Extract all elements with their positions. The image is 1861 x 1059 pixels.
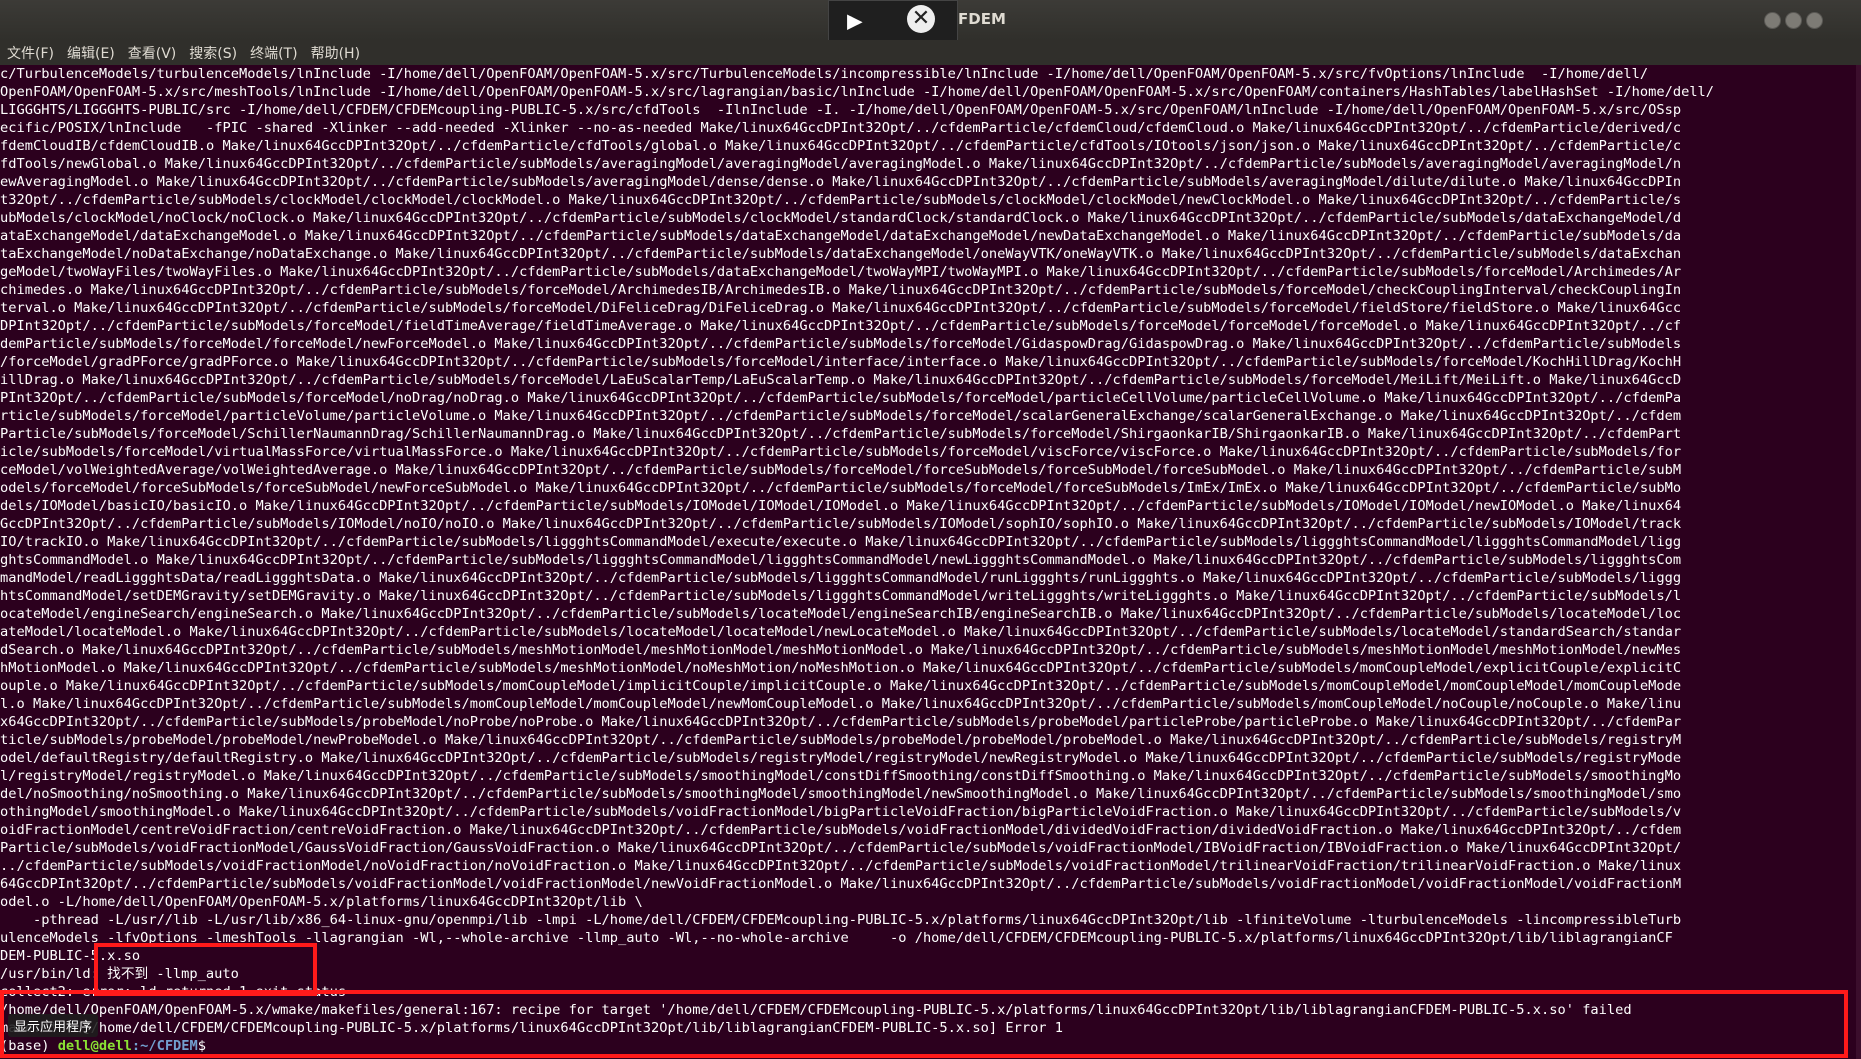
terminal-line: x64GccDPInt32Opt/../cfdemParticle/subMod… — [0, 714, 1682, 730]
terminal-line: illDrag.o Make/linux64GccDPInt32Opt/../c… — [0, 372, 1682, 388]
window-controls — [1764, 12, 1823, 29]
minimize-icon[interactable] — [1764, 12, 1781, 29]
menu-search[interactable]: 搜索(S) — [189, 43, 237, 63]
terminal-line: l/registryModel/registryModel.o Make/lin… — [0, 768, 1682, 784]
terminal-line: ceModel/volWeightedAverage/volWeightedAv… — [0, 462, 1682, 478]
terminal-line: OpenFOAM/OpenFOAM-5.x/src/meshTools/lnIn… — [0, 84, 1715, 100]
terminal-line: /home/dell/OpenFOAM/OpenFOAM-5.x/wmake/m… — [0, 1002, 1632, 1018]
terminal-line: DEM-PUBLIC-5.x.so — [0, 948, 141, 964]
terminal-line: demParticle/subModels/forceModel/forceMo… — [0, 336, 1682, 352]
terminal-line: dels/IOModel/basicIO/basicIO.o Make/linu… — [0, 498, 1682, 514]
terminal-line: ewAveragingModel.o Make/linux64GccDPInt3… — [0, 174, 1682, 190]
terminal-line: geModel/twoWayFiles/twoWayFiles.o Make/l… — [0, 264, 1682, 280]
terminal-line: rticle/subModels/forceModel/particleVolu… — [0, 408, 1682, 424]
terminal-line: mandModel/readLiggghtsData/readLiggghtsD… — [0, 570, 1682, 586]
terminal-line: make: *** [/home/dell/CFDEM/CFDEMcouplin… — [0, 1020, 1064, 1036]
terminal-line: icle/subModels/forceModel/virtualMassFor… — [0, 444, 1682, 460]
close-icon[interactable]: ✕ — [907, 5, 935, 33]
terminal-line: terval.o Make/linux64GccDPInt32Opt/../cf… — [0, 300, 1682, 316]
terminal-line: hMotionModel.o Make/linux64GccDPInt32Opt… — [0, 660, 1682, 676]
terminal-line: oidFractionModel/centreVoidFraction/cent… — [0, 822, 1682, 838]
terminal-line: odels/forceModel/forceSubModels/forceSub… — [0, 480, 1682, 496]
terminal-line: odel.o -L/home/dell/OpenFOAM/OpenFOAM-5.… — [0, 894, 643, 910]
terminal-line: ocateModel/engineSearch/engineSearch.o M… — [0, 606, 1682, 622]
title-bar: ▶ ✕ FDEM — [0, 0, 1861, 42]
prompt-symbol: $ — [197, 1038, 207, 1054]
terminal-line: odel/defaultRegistry/defaultRegistry.o M… — [0, 750, 1682, 766]
terminal-line: t32Opt/../cfdemParticle/subModels/clockM… — [0, 192, 1682, 208]
terminal-line: IO/trackIO.o Make/linux64GccDPInt32Opt/.… — [0, 534, 1682, 550]
terminal-line: l.o Make/linux64GccDPInt32Opt/../cfdemPa… — [0, 696, 1682, 712]
maximize-icon[interactable] — [1785, 12, 1802, 29]
terminal-line: fdTools/newGlobal.o Make/linux64GccDPInt… — [0, 156, 1682, 172]
terminal-line: htsCommandModel/setDEMGravity/setDEMGrav… — [0, 588, 1682, 604]
terminal-line: ticle/subModels/probeModel/probeModel/ne… — [0, 732, 1682, 748]
terminal-line: ../cfdemParticle/subModels/voidFractionM… — [0, 858, 1682, 874]
terminal-line: del/noSmoothing/noSmoothing.o Make/linux… — [0, 786, 1682, 802]
terminal-line: ulenceModels -lfvOptions -lmeshTools -ll… — [0, 930, 1673, 946]
terminal-line: c/TurbulenceModels/turbulenceModels/lnIn… — [0, 66, 1649, 82]
terminal-line: othingModel/smoothingModel.o Make/linux6… — [0, 804, 1682, 820]
terminal-line: PInt32Opt/../cfdemParticle/subModels/for… — [0, 390, 1682, 406]
terminal-line: ghtsCommandModel.o Make/linux64GccDPInt3… — [0, 552, 1682, 568]
menu-edit[interactable]: 编辑(E) — [67, 43, 115, 63]
recording-overlay: ▶ ✕ — [828, 0, 958, 42]
terminal-line: Particle/subModels/forceModel/SchillerNa… — [0, 426, 1682, 442]
terminal-line: dSearch.o Make/linux64GccDPInt32Opt/../c… — [0, 642, 1682, 658]
terminal-lines: c/TurbulenceModels/turbulenceModels/lnIn… — [0, 65, 1856, 1037]
terminal-line: ecific/POSIX/lnInclude -fPIC -shared -Xl… — [0, 120, 1682, 136]
terminal-line: /forceModel/gradPForce/gradPForce.o Make… — [0, 354, 1682, 370]
terminal-line: taExchangeModel/noDataExchange/noDataExc… — [0, 246, 1682, 262]
prompt-env: (base) — [0, 1038, 58, 1054]
terminal-line: -pthread -L/usr//lib -L/usr/lib/x86_64-l… — [0, 912, 1682, 928]
show-applications-tooltip: 显示应用程序 — [8, 1014, 99, 1037]
terminal-line: ubModels/clockModel/noClock/noClock.o Ma… — [0, 210, 1682, 226]
menu-view[interactable]: 查看(V) — [128, 43, 177, 63]
menu-file[interactable]: 文件(F) — [7, 43, 54, 63]
terminal-scrollbar[interactable] — [1856, 65, 1861, 1059]
terminal-line: LIGGGHTS/LIGGGHTS-PUBLIC/src -I/home/del… — [0, 102, 1682, 118]
shell-prompt[interactable]: (base) dell@dell:~/CFDEM$ — [0, 1037, 1856, 1055]
terminal-output[interactable]: c/TurbulenceModels/turbulenceModels/lnIn… — [0, 65, 1856, 1059]
terminal-line: collect2: error: ld returned 1 exit stat… — [0, 984, 347, 1000]
terminal-line: ateModel/locateModel.o Make/linux64GccDP… — [0, 624, 1682, 640]
terminal-line: GccDPInt32Opt/../cfdemParticle/subModels… — [0, 516, 1682, 532]
terminal-line: Particle/subModels/voidFractionModel/Gau… — [0, 840, 1682, 856]
menu-terminal[interactable]: 终端(T) — [250, 43, 297, 63]
prompt-path: :~/CFDEM — [131, 1038, 198, 1054]
terminal-line: ouple.o Make/linux64GccDPInt32Opt/../cfd… — [0, 678, 1682, 694]
terminal-line: DPInt32Opt/../cfdemParticle/subModels/fo… — [0, 318, 1682, 334]
terminal-line: fdemCloudIB/cfdemCloudIB.o Make/linux64G… — [0, 138, 1682, 154]
terminal-line: ataExchangeModel/dataExchangeModel.o Mak… — [0, 228, 1682, 244]
prompt-user: dell@dell — [57, 1038, 132, 1054]
play-icon[interactable]: ▶ — [847, 7, 863, 35]
close-window-icon[interactable] — [1806, 12, 1823, 29]
menu-bar: 文件(F) 编辑(E) 查看(V) 搜索(S) 终端(T) 帮助(H) — [0, 40, 1861, 65]
terminal-line: chimedes.o Make/linux64GccDPInt32Opt/../… — [0, 282, 1682, 298]
terminal-line: 64GccDPInt32Opt/../cfdemParticle/subMode… — [0, 876, 1682, 892]
terminal-line: /usr/bin/ld: 找不到 -llmp_auto — [0, 966, 239, 982]
window-title: FDEM — [958, 10, 1006, 28]
menu-help[interactable]: 帮助(H) — [311, 43, 360, 63]
